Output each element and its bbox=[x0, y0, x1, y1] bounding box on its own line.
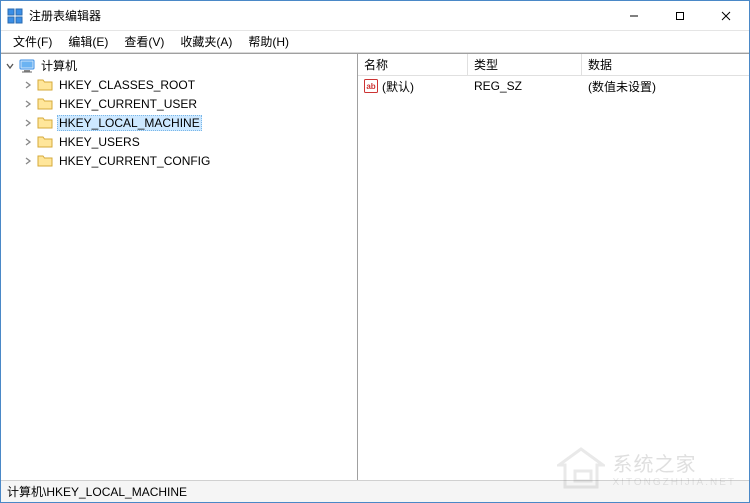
content-area: 计算机 HK bbox=[1, 53, 749, 480]
svg-text:ab: ab bbox=[366, 82, 375, 91]
collapse-icon[interactable] bbox=[3, 59, 17, 73]
column-header-name[interactable]: 名称 bbox=[358, 54, 468, 75]
tree-key-current-user[interactable]: HKEY_CURRENT_USER bbox=[19, 94, 357, 113]
expand-icon[interactable] bbox=[21, 78, 35, 92]
tree-key-label: HKEY_USERS bbox=[57, 134, 142, 150]
computer-icon bbox=[19, 58, 35, 74]
value-row[interactable]: ab (默认) REG_SZ (数值未设置) bbox=[358, 76, 749, 96]
list-header: 名称 类型 数据 bbox=[358, 54, 749, 76]
tree-key-label-selected: HKEY_LOCAL_MACHINE bbox=[57, 115, 202, 131]
column-header-data[interactable]: 数据 bbox=[582, 54, 749, 75]
close-button[interactable] bbox=[703, 1, 749, 30]
registry-tree: 计算机 HK bbox=[1, 56, 357, 170]
statusbar: 计算机\HKEY_LOCAL_MACHINE bbox=[1, 480, 749, 502]
folder-icon bbox=[37, 77, 53, 93]
maximize-button[interactable] bbox=[657, 1, 703, 30]
value-data: (数值未设置) bbox=[582, 78, 749, 95]
tree-key-classes-root[interactable]: HKEY_CLASSES_ROOT bbox=[19, 75, 357, 94]
tree-root-computer[interactable]: 计算机 bbox=[1, 56, 357, 75]
tree-key-local-machine[interactable]: HKEY_LOCAL_MACHINE bbox=[19, 113, 357, 132]
tree-root-label: 计算机 bbox=[39, 56, 79, 75]
menu-view[interactable]: 查看(V) bbox=[116, 31, 172, 52]
tree-key-users[interactable]: HKEY_USERS bbox=[19, 132, 357, 151]
tree-key-label: HKEY_CURRENT_CONFIG bbox=[57, 153, 212, 169]
tree-pane[interactable]: 计算机 HK bbox=[1, 54, 358, 480]
minimize-button[interactable] bbox=[611, 1, 657, 30]
menu-file[interactable]: 文件(F) bbox=[5, 31, 60, 52]
values-list-pane: 名称 类型 数据 ab (默认) REG_SZ bbox=[358, 54, 749, 480]
value-name: (默认) bbox=[382, 78, 414, 95]
registry-editor-window: 注册表编辑器 文件(F) 编辑(E) 查看(V) 收藏夹(A) 帮助(H) bbox=[0, 0, 750, 503]
menubar: 文件(F) 编辑(E) 查看(V) 收藏夹(A) 帮助(H) bbox=[1, 31, 749, 53]
tree-key-label: HKEY_CLASSES_ROOT bbox=[57, 77, 197, 93]
menu-edit[interactable]: 编辑(E) bbox=[60, 31, 116, 52]
tree-key-current-config[interactable]: HKEY_CURRENT_CONFIG bbox=[19, 151, 357, 170]
list-body[interactable]: ab (默认) REG_SZ (数值未设置) bbox=[358, 76, 749, 480]
folder-icon bbox=[37, 153, 53, 169]
window-title: 注册表编辑器 bbox=[29, 7, 611, 24]
expand-icon[interactable] bbox=[21, 154, 35, 168]
titlebar: 注册表编辑器 bbox=[1, 1, 749, 31]
folder-icon bbox=[37, 115, 53, 131]
expand-icon[interactable] bbox=[21, 97, 35, 111]
menu-favorites[interactable]: 收藏夹(A) bbox=[172, 31, 240, 52]
statusbar-path: 计算机\HKEY_LOCAL_MACHINE bbox=[7, 483, 187, 500]
tree-key-label: HKEY_CURRENT_USER bbox=[57, 96, 199, 112]
string-value-icon: ab bbox=[364, 79, 378, 93]
expand-icon[interactable] bbox=[21, 135, 35, 149]
folder-icon bbox=[37, 134, 53, 150]
regedit-icon bbox=[7, 8, 23, 24]
folder-icon bbox=[37, 96, 53, 112]
column-header-type[interactable]: 类型 bbox=[468, 54, 582, 75]
menu-help[interactable]: 帮助(H) bbox=[240, 31, 297, 52]
window-controls bbox=[611, 1, 749, 30]
value-type: REG_SZ bbox=[468, 79, 582, 93]
expand-icon[interactable] bbox=[21, 116, 35, 130]
value-name-cell: ab (默认) bbox=[358, 78, 468, 95]
